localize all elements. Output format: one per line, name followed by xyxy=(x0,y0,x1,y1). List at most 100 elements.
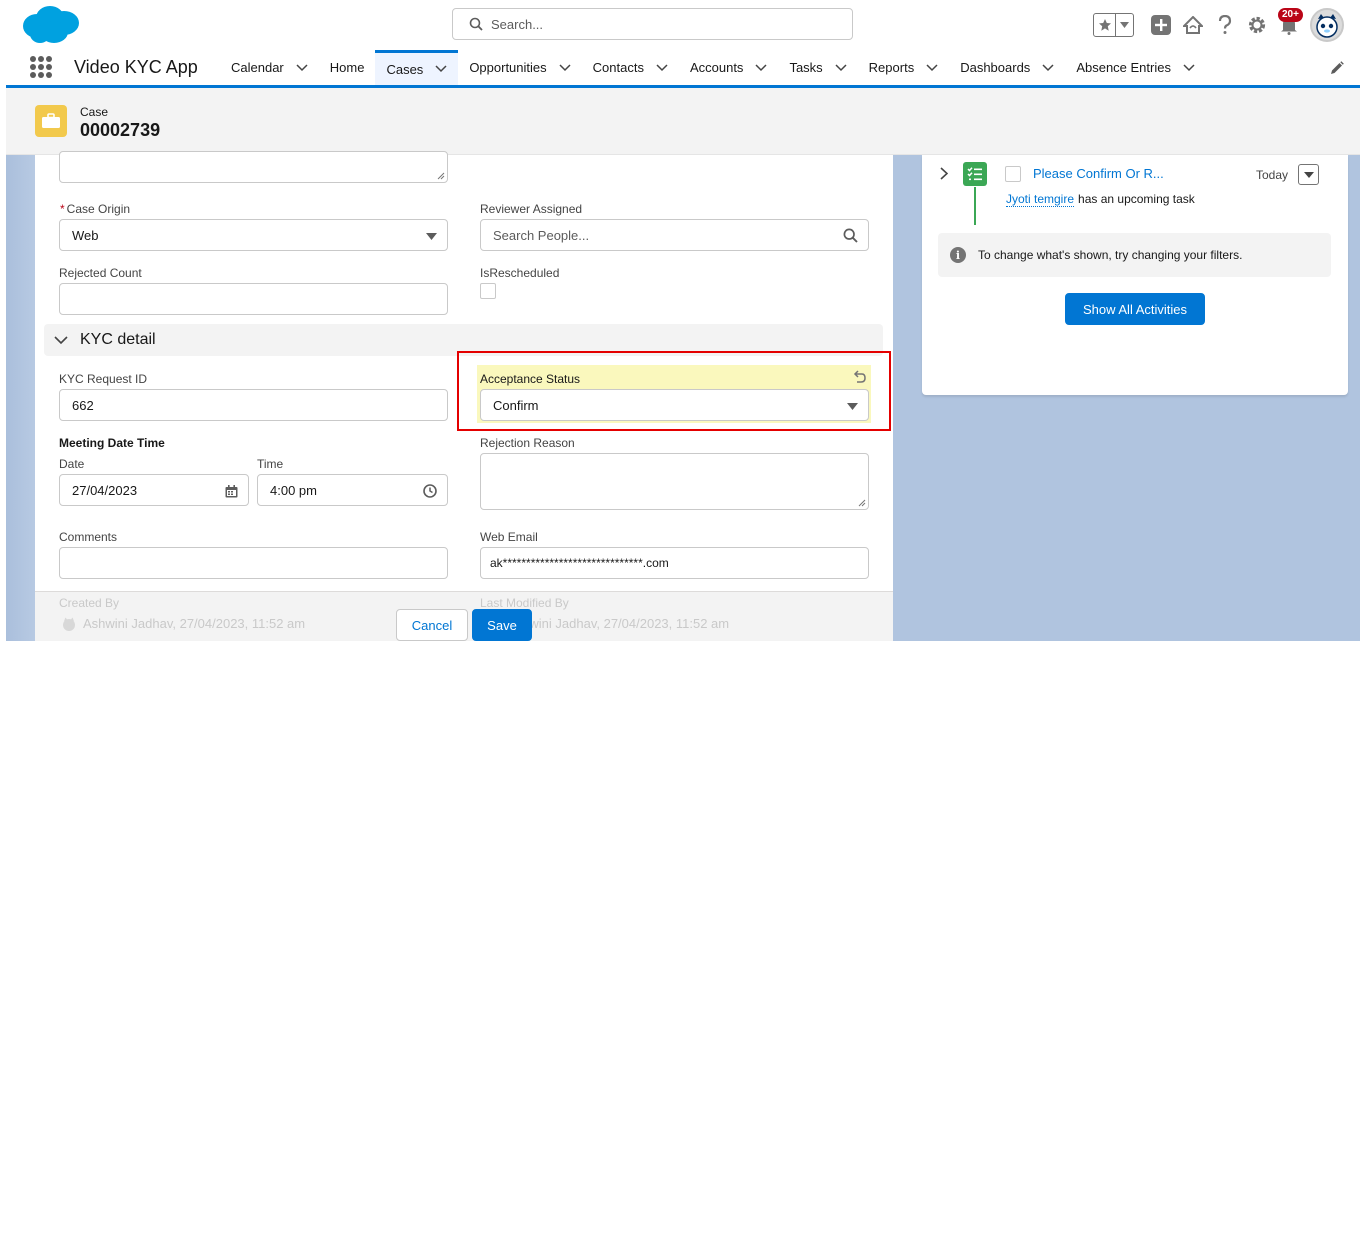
nav-item-tasks[interactable]: Tasks xyxy=(778,50,857,85)
kyc-request-id-value: 662 xyxy=(72,397,94,413)
case-origin-label: * Case Origin xyxy=(60,202,131,216)
time-value: 4:00 pm xyxy=(270,482,317,498)
info-icon: i xyxy=(950,247,966,263)
nav-item-dashboards[interactable]: Dashboards xyxy=(949,50,1065,85)
is-rescheduled-checkbox[interactable] xyxy=(480,283,496,299)
notifications-bell-icon[interactable]: 20+ xyxy=(1278,8,1303,37)
nav-item-absence-entries[interactable]: Absence Entries xyxy=(1065,50,1206,85)
global-search-placeholder: Search... xyxy=(491,16,544,32)
nav-menu-chevron-down-icon[interactable] xyxy=(755,63,767,72)
global-search-input[interactable]: Search... xyxy=(452,8,853,40)
web-email-input[interactable]: ak******************************.com xyxy=(480,547,869,579)
nav-menu-chevron-down-icon[interactable] xyxy=(926,63,938,72)
comments-input[interactable] xyxy=(59,547,448,579)
rejection-reason-label: Rejection Reason xyxy=(480,436,575,450)
nav-menu-chevron-down-icon[interactable] xyxy=(296,63,308,72)
nav-item-label: Reports xyxy=(868,60,915,75)
record-object-label: Case xyxy=(80,105,109,119)
reviewer-assigned-placeholder: Search People... xyxy=(493,227,590,243)
kyc-detail-section-title: KYC detail xyxy=(80,331,156,348)
nav-item-reports[interactable]: Reports xyxy=(858,50,950,85)
app-navigation-bar: Video KYC App Calendar Home Cases Opportuni… xyxy=(6,50,1360,88)
date-value: 27/04/2023 xyxy=(72,482,138,498)
save-button[interactable]: Save xyxy=(472,609,532,641)
web-email-label: Web Email xyxy=(480,530,538,544)
calendar-icon[interactable] xyxy=(225,485,238,498)
case-origin-chevron-down-icon xyxy=(426,233,437,240)
created-by-label: Created By xyxy=(59,596,120,610)
nav-menu-chevron-down-icon[interactable] xyxy=(656,63,668,72)
global-header: Search... 20+ xyxy=(0,0,1366,50)
cancel-button[interactable]: Cancel xyxy=(396,609,468,641)
timeline-line xyxy=(974,187,976,225)
task-title-link[interactable]: Please Confirm Or R... xyxy=(1033,166,1164,181)
task-subtitle: Jyoti temgire has an upcoming task xyxy=(1006,192,1195,207)
favorites-group xyxy=(1093,13,1134,37)
required-mark: * xyxy=(60,202,65,216)
date-input[interactable]: 27/04/2023 xyxy=(59,474,249,506)
nav-menu-chevron-down-icon[interactable] xyxy=(559,63,571,72)
trailhead-guidance-icon[interactable] xyxy=(1182,13,1204,37)
nav-item-label: Home xyxy=(329,60,365,75)
nav-item-label: Absence Entries xyxy=(1076,60,1171,75)
task-complete-checkbox[interactable] xyxy=(1005,166,1021,182)
task-date: Today xyxy=(1256,168,1289,182)
last-modified-label: Last Modified By xyxy=(480,596,569,610)
help-question-icon[interactable] xyxy=(1214,13,1236,37)
notification-count-badge: 20+ xyxy=(1278,8,1303,22)
rejected-count-input[interactable] xyxy=(59,283,448,315)
kyc-request-id-input[interactable]: 662 xyxy=(59,389,448,421)
nav-item-label: Cases xyxy=(386,61,424,77)
nav-item-accounts[interactable]: Accounts xyxy=(679,50,778,85)
edit-nav-pencil-icon[interactable] xyxy=(1330,61,1344,80)
nav-item-label: Opportunities xyxy=(469,60,547,75)
expand-task-chevron-right-icon[interactable] xyxy=(940,167,949,185)
nav-item-calendar[interactable]: Calendar xyxy=(220,50,319,85)
case-briefcase-icon xyxy=(35,105,67,137)
description-textarea[interactable] xyxy=(59,151,448,183)
assignee-link[interactable]: Jyoti temgire xyxy=(1006,192,1075,207)
activity-panel: Please Confirm Or R... Today Jyoti temgi… xyxy=(922,155,1348,395)
nav-menu-chevron-down-icon[interactable] xyxy=(1183,63,1195,72)
favorites-star-icon[interactable] xyxy=(1094,14,1116,36)
nav-item-contacts[interactable]: Contacts xyxy=(582,50,679,85)
record-case-number: 00002739 xyxy=(80,120,161,140)
time-input[interactable]: 4:00 pm xyxy=(257,474,448,506)
task-actions-chevron-down-icon[interactable] xyxy=(1298,164,1319,185)
global-create-plus-icon[interactable] xyxy=(1150,13,1172,37)
nav-item-label: Calendar xyxy=(231,60,284,75)
reviewer-assigned-label: Reviewer Assigned xyxy=(480,202,583,216)
created-by-value: Ashwini Jadhav, 27/04/2023, 11:52 am xyxy=(83,616,306,631)
nav-menu-chevron-down-icon[interactable] xyxy=(435,65,447,73)
setup-gear-icon[interactable] xyxy=(1246,13,1268,37)
nav-menu-chevron-down-icon[interactable] xyxy=(835,63,847,72)
user-avatar[interactable] xyxy=(1310,8,1344,42)
form-footer: Created By Ashwini Jadhav, 27/04/2023, 1… xyxy=(35,591,893,641)
nav-item-cases[interactable]: Cases xyxy=(375,50,459,85)
is-rescheduled-label: IsRescheduled xyxy=(480,266,560,280)
case-origin-select[interactable]: Web xyxy=(59,219,448,251)
record-page-header: Case 00002739 xyxy=(6,88,1360,155)
nav-menu-chevron-down-icon[interactable] xyxy=(1042,63,1054,72)
filter-info-box: i To change what's shown, try changing y… xyxy=(938,233,1331,277)
nav-item-label: Contacts xyxy=(592,60,644,75)
nav-item-home[interactable]: Home xyxy=(319,50,376,85)
app-window: Search... 20+ Video KYC App Calendar Hom… xyxy=(0,0,1366,641)
clock-icon[interactable] xyxy=(423,484,437,498)
lookup-search-icon xyxy=(843,228,858,243)
task-subtitle-text: has an upcoming task xyxy=(1078,192,1195,206)
nav-items: Calendar Home Cases Opportunities Contacts Ac… xyxy=(220,50,1206,85)
web-email-value: ak******************************.com xyxy=(490,556,669,570)
meeting-date-time-label: Meeting Date Time xyxy=(59,436,165,450)
rejection-reason-textarea[interactable] xyxy=(480,453,869,510)
case-origin-value: Web xyxy=(72,227,99,243)
nav-item-label: Dashboards xyxy=(960,60,1031,75)
favorites-menu-chevron-down-icon[interactable] xyxy=(1116,14,1133,36)
nav-item-opportunities[interactable]: Opportunities xyxy=(458,50,581,85)
reviewer-assigned-lookup[interactable]: Search People... xyxy=(480,219,869,251)
salesforce-logo[interactable] xyxy=(20,4,82,46)
app-launcher-waffle-icon[interactable] xyxy=(30,56,52,78)
section-chevron-down-icon xyxy=(54,335,68,344)
background-texture xyxy=(6,155,36,641)
show-all-activities-button[interactable]: Show All Activities xyxy=(1065,293,1205,325)
